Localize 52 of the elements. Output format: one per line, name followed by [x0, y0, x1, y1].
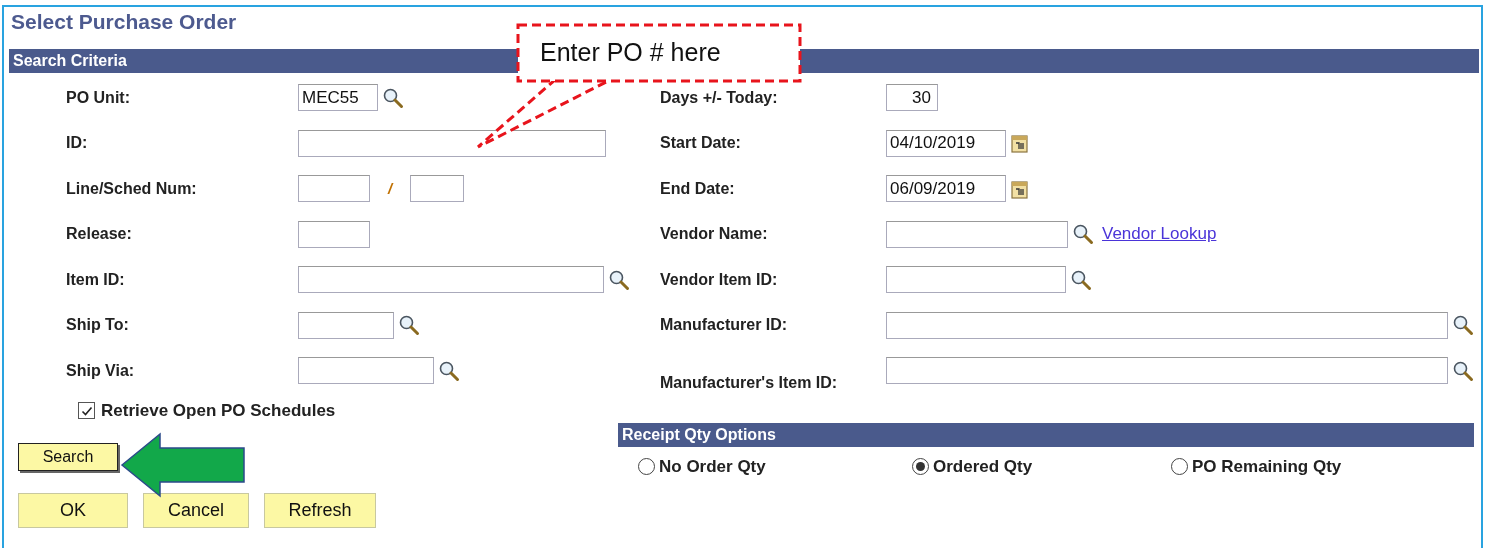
separator-text: /: [388, 180, 393, 198]
checkbox[interactable]: [78, 402, 95, 419]
search-icon[interactable]: [608, 268, 630, 291]
search-icon[interactable]: [1072, 223, 1094, 246]
field-label: Manufacturer's Item ID:: [660, 373, 839, 393]
search-icon[interactable]: [382, 86, 404, 109]
page-title: Select Purchase Order: [10, 9, 238, 35]
search-icon[interactable]: [1452, 359, 1474, 382]
input-field[interactable]: [298, 357, 434, 385]
radio-option[interactable]: No Order Qty: [638, 456, 912, 477]
field-label: PO Unit:: [66, 88, 131, 107]
field-label: Release:: [66, 225, 133, 244]
input-field[interactable]: 30: [886, 84, 938, 112]
checkbox-label: Retrieve Open PO Schedules: [101, 400, 336, 421]
field-label: Line/Sched Num:: [66, 179, 198, 198]
input-field[interactable]: [298, 266, 604, 294]
search-icon[interactable]: [438, 359, 460, 382]
input-field[interactable]: [886, 266, 1066, 294]
callout-text: Enter PO # here: [540, 38, 721, 67]
section-header: Receipt Qty Options: [618, 422, 1474, 447]
input-field[interactable]: [298, 220, 370, 248]
input-field[interactable]: 06/09/2019: [886, 175, 1006, 203]
radio-option[interactable]: PO Remaining Qty: [1171, 456, 1471, 477]
field-label: Ship To:: [66, 316, 130, 335]
input-field[interactable]: [298, 175, 370, 203]
search-icon[interactable]: [398, 314, 420, 337]
search-icon[interactable]: [1070, 268, 1092, 291]
field-label: End Date:: [660, 179, 736, 198]
input-field[interactable]: [298, 311, 394, 339]
field-label: Ship Via:: [66, 361, 136, 380]
input-field[interactable]: MEC55: [298, 84, 378, 112]
radio-option[interactable]: Ordered Qty: [912, 456, 1171, 477]
field-label: Manufacturer ID:: [660, 316, 789, 335]
field-label: Vendor Name:: [660, 225, 769, 244]
search-button[interactable]: Search: [18, 442, 118, 471]
input-field[interactable]: [886, 357, 1448, 385]
field-label: Vendor Item ID:: [660, 270, 779, 289]
input-field[interactable]: [886, 311, 1448, 339]
action-button[interactable]: Refresh: [264, 492, 376, 528]
input-field[interactable]: [886, 220, 1068, 248]
field-label: ID:: [66, 134, 89, 153]
calendar-icon[interactable]: [1010, 132, 1030, 155]
field-label: Days +/- Today:: [660, 88, 779, 107]
field-label: Item ID:: [66, 270, 126, 289]
field-label: Start Date:: [660, 134, 742, 153]
input-field[interactable]: [410, 175, 465, 203]
action-button[interactable]: OK: [18, 492, 128, 528]
search-icon[interactable]: [1452, 314, 1474, 337]
action-button[interactable]: Cancel: [143, 492, 249, 528]
input-field[interactable]: 04/10/2019: [886, 129, 1006, 157]
input-field[interactable]: [298, 129, 606, 157]
vendor-lookup-link[interactable]: Vendor Lookup: [1102, 224, 1217, 245]
